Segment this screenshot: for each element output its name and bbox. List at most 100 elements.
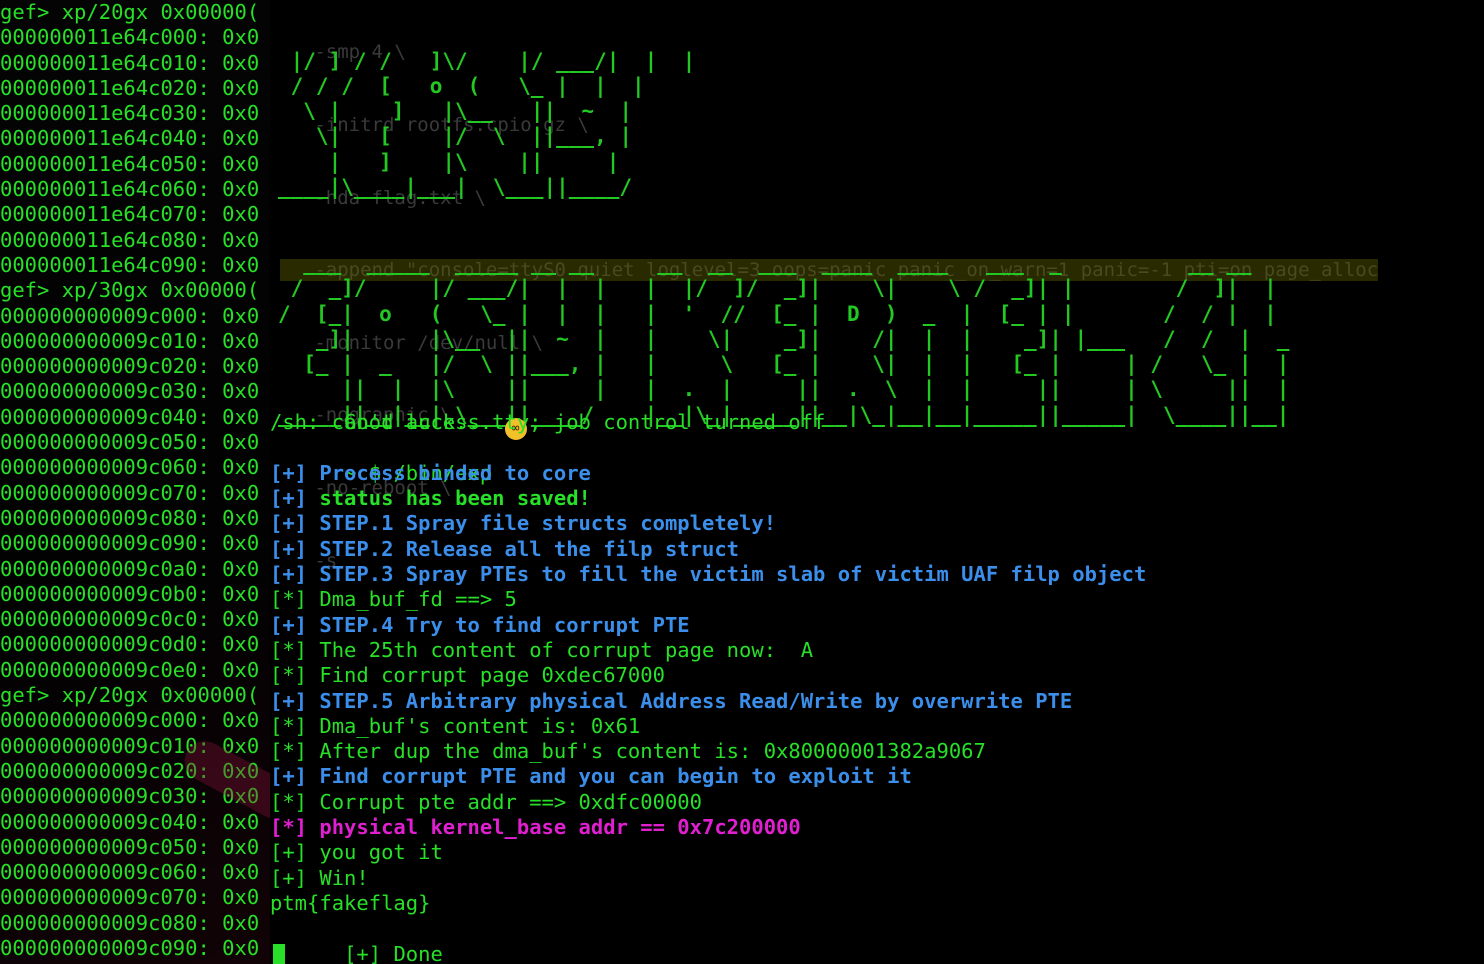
- message-text: Win!: [319, 865, 369, 890]
- exploit-message: [*] After dup the dma_buf's content is: …: [270, 739, 1484, 764]
- memory-dump-line: 000000000009c030: 0x0: [0, 379, 260, 404]
- memory-dump-line: 000000000009c000: 0x0: [0, 708, 260, 733]
- message-text: STEP.4 Try to find corrupt PTE: [319, 612, 690, 637]
- message-text: Dma_buf_fd ==> 5: [319, 587, 517, 612]
- done-tag: [+]: [344, 941, 382, 964]
- memory-dump-line: 000000000009c070: 0x0: [0, 885, 260, 910]
- exploit-message: [*] The 25th content of corrupt page now…: [270, 638, 1484, 663]
- memory-dump-line: 000000011e64c070: 0x0: [0, 202, 260, 227]
- exploit-messages: [+] Process binded to core [+] status has…: [270, 461, 1484, 891]
- exploit-output: Good luck... ∞ /sh: can't access tty; jo…: [270, 385, 1484, 964]
- block-cursor: [273, 944, 285, 964]
- memory-dump-line: 000000011e64c050: 0x0: [0, 151, 260, 176]
- exploit-message: [+] status has been saved!: [270, 486, 1484, 511]
- memory-dump-line: 000000011e64c020: 0x0: [0, 75, 260, 100]
- message-tag: [+]: [270, 486, 308, 511]
- banner-line: / _]/ |/ ___/| | | | |/ ]/ _]| \| \ / _]…: [278, 276, 1277, 301]
- message-tag: [*]: [270, 713, 308, 738]
- terminal-cursor[interactable]: [273, 943, 285, 964]
- message-text: status has been saved!: [319, 486, 591, 511]
- flag-line: ptm{fakeflag}: [270, 890, 431, 915]
- memory-dump-line: 000000000009c040: 0x0: [0, 809, 260, 834]
- message-tag: [*]: [270, 789, 308, 814]
- exploit-message: [*] physical kernel_base addr == 0x7c200…: [270, 815, 1484, 840]
- message-text: you got it: [319, 840, 443, 865]
- message-tag: [*]: [270, 663, 308, 688]
- qemu-terminal-pane[interactable]: -smp 4 \ -initrd rootfs.cpio.gz \ -hda f…: [270, 0, 1484, 964]
- exploit-message: [*] Corrupt pte addr ==> 0xdfc00000: [270, 790, 1484, 815]
- memory-dump-line: 000000000009c090: 0x0: [0, 531, 260, 556]
- message-text: physical kernel_base addr == 0x7c200000: [319, 815, 801, 840]
- memory-dump-line: 000000011e64c030: 0x0: [0, 101, 260, 126]
- memory-dump-line: 000000000009c070: 0x0: [0, 480, 260, 505]
- memory-dump-line: 000000000009c010: 0x0: [0, 328, 260, 353]
- memory-dump-line: 000000011e64c080: 0x0: [0, 227, 260, 252]
- banner-line: \ | ] |\__ || ~ |: [278, 99, 633, 124]
- exploit-message: [+] you got it: [270, 840, 1484, 865]
- message-tag: [+]: [270, 511, 308, 536]
- message-text: STEP.5 Arbitrary physical Address Read/W…: [319, 688, 1073, 713]
- exploit-message: [+] Find corrupt PTE and you can begin t…: [270, 764, 1484, 789]
- memory-dump-line: 000000011e64c040: 0x0: [0, 126, 260, 151]
- message-tag: [*]: [270, 637, 308, 662]
- exploit-message: [*] Find corrupt page 0xdec67000: [270, 663, 1484, 688]
- exploit-message: [*] Dma_buf_fd ==> 5: [270, 587, 1484, 612]
- good-luck-line: Good luck... ∞: [270, 385, 1484, 441]
- banner-line: | ] |\ || |: [278, 149, 620, 174]
- tty-warning: /sh: can't access tty; job control turne…: [270, 410, 826, 435]
- banner-top: |/ ] / / ]\/ |/ ___/| | | / / / [ o ( \_…: [278, 49, 1289, 201]
- done-text: Done: [393, 941, 443, 964]
- exploit-message: [+] STEP.5 Arbitrary physical Address Re…: [270, 689, 1484, 714]
- memory-dump-line: 000000011e64c000: 0x0: [0, 25, 260, 50]
- memory-dump-line: 000000000009c0a0: 0x0: [0, 556, 260, 581]
- message-tag: [*]: [270, 815, 308, 840]
- message-text: STEP.1 Spray file structs completely!: [319, 511, 777, 536]
- message-tag: [+]: [270, 764, 308, 789]
- message-tag: [*]: [270, 739, 308, 764]
- message-tag: [+]: [270, 840, 308, 865]
- banner-line: / / / [ o ( \_ | | |: [278, 73, 645, 98]
- exploit-message: [+] Win!: [270, 866, 1484, 891]
- memory-dump-line: 000000000009c0d0: 0x0: [0, 632, 260, 657]
- message-tag: [+]: [270, 536, 308, 561]
- memory-dump-line: 000000011e64c090: 0x0: [0, 252, 260, 277]
- memory-dump-line: 000000000009c0c0: 0x0: [0, 607, 260, 632]
- gef-command-line: gef> xp/30gx 0x00000(: [0, 278, 260, 303]
- message-text: Find corrupt PTE and you can begin to ex…: [319, 764, 912, 789]
- memory-dump-line: 000000000009c080: 0x0: [0, 505, 260, 530]
- memory-dump-line: 000000000009c060: 0x0: [0, 455, 260, 480]
- message-tag: [+]: [270, 865, 308, 890]
- banner-line: _]| |\__ || ~ | | \| _]| /| | | _]| |___…: [278, 326, 1290, 351]
- exploit-message: [+] STEP.1 Spray file structs completely…: [270, 511, 1484, 536]
- gef-command-line: gef> xp/20gx 0x00000(: [0, 0, 260, 24]
- banner-line: \| [ |/ \ ||___, |: [278, 124, 633, 149]
- message-tag: [*]: [270, 587, 308, 612]
- banner-line: |/ ] / / ]\/ |/ ___/| | |: [278, 48, 696, 73]
- exploit-message: [+] Process binded to core: [270, 461, 1484, 486]
- memory-dump-line: 000000000009c050: 0x0: [0, 834, 260, 859]
- memory-dump-line: 000000000009c040: 0x0: [0, 404, 260, 429]
- gef-debugger-pane[interactable]: gef> xp/20gx 0x00000(000000011e64c000: 0…: [0, 0, 290, 964]
- memory-dump-line: 000000000009c050: 0x0: [0, 430, 260, 455]
- memory-dump-line: 000000000009c060: 0x0: [0, 860, 260, 885]
- memory-dump-line: 000000000009c080: 0x0: [0, 910, 260, 935]
- message-tag: [+]: [270, 612, 308, 637]
- banner-line: [_ | _ |/ \ ||___, | | \ [_ | \| | | [_ …: [278, 352, 1290, 377]
- done-line: [+] Done: [270, 916, 1484, 964]
- exploit-message: [+] STEP.4 Try to find corrupt PTE: [270, 613, 1484, 638]
- memory-dump-line: 000000000009c0e0: 0x0: [0, 657, 260, 682]
- memory-dump-line: 000000000009c0b0: 0x0: [0, 581, 260, 606]
- banner-line: ____|\____|___| \___||____/: [278, 175, 633, 200]
- memory-dump-line: 000000011e64c060: 0x0: [0, 177, 260, 202]
- exploit-message: [+] STEP.2 Release all the filp struct: [270, 537, 1484, 562]
- message-text: After dup the dma_buf's content is: 0x80…: [319, 739, 986, 764]
- gef-command-line: gef> xp/20gx 0x00000(: [0, 683, 260, 708]
- message-tag: [+]: [270, 460, 308, 485]
- message-text: STEP.3 Spray PTEs to fill the victim sla…: [319, 562, 1147, 587]
- message-tag: [+]: [270, 562, 308, 587]
- memory-dump-line: 000000011e64c010: 0x0: [0, 50, 260, 75]
- message-text: Find corrupt page 0xdec67000: [319, 663, 665, 688]
- message-tag: [+]: [270, 688, 308, 713]
- banner-line: / [_| o ( \_ | | | | ' // [_ | D ) _ | […: [278, 301, 1277, 326]
- message-text: Corrupt pte addr ==> 0xdfc00000: [319, 789, 702, 814]
